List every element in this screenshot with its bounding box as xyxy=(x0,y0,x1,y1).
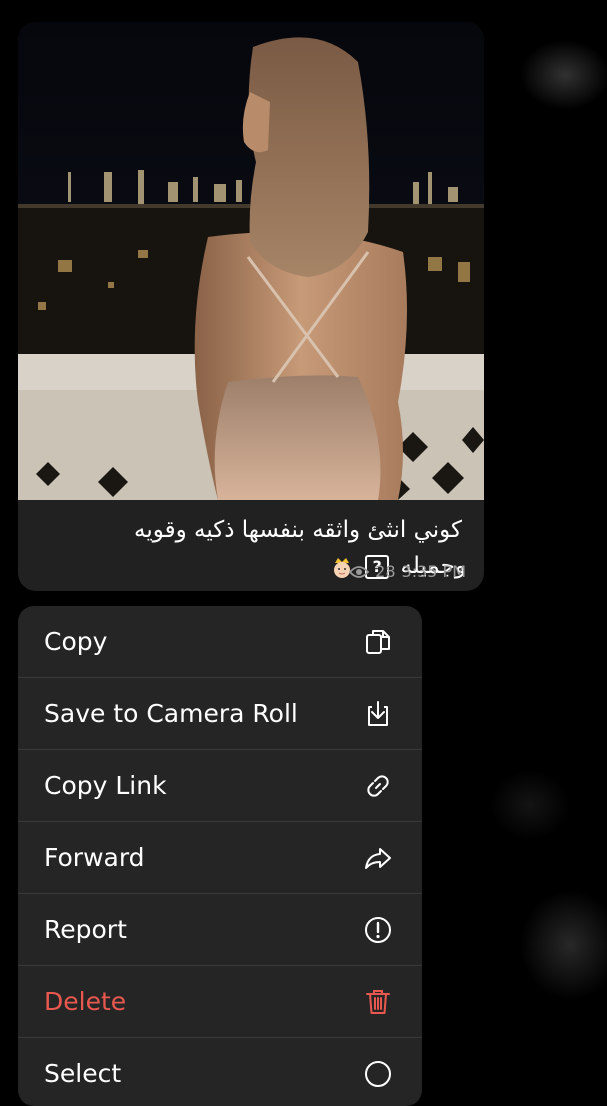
copy-icon xyxy=(366,629,390,654)
background-blur xyxy=(520,40,607,110)
report-exclamation-icon xyxy=(365,916,391,943)
menu-item-label: Copy xyxy=(44,627,108,656)
view-count: 28 xyxy=(375,562,396,581)
message-caption: كوني انثئ واثقه بنفسها ذكيه وقويه وجميله… xyxy=(18,500,484,591)
select-circle-icon xyxy=(365,1060,391,1087)
menu-item-copy-link[interactable]: Copy Link xyxy=(18,750,422,822)
menu-item-label: Report xyxy=(44,915,127,944)
menu-item-label: Select xyxy=(44,1059,122,1088)
context-menu: Copy Save to Camera Roll Copy Link Forwa… xyxy=(18,606,422,1106)
menu-item-copy[interactable]: Copy xyxy=(18,606,422,678)
menu-item-forward[interactable]: Forward xyxy=(18,822,422,894)
menu-item-label: Save to Camera Roll xyxy=(44,699,298,728)
trash-icon xyxy=(366,989,390,1014)
background-blur xyxy=(520,890,607,1000)
link-icon xyxy=(367,774,389,797)
background-blur xyxy=(490,770,570,840)
menu-item-label: Forward xyxy=(44,843,145,872)
menu-item-report[interactable]: Report xyxy=(18,894,422,966)
message-time: 3:35 PM xyxy=(401,562,466,581)
menu-item-label: Delete xyxy=(44,987,127,1016)
caption-line-1: كوني انثئ واثقه بنفسها ذكيه وقويه xyxy=(133,517,462,543)
save-download-icon xyxy=(368,700,388,726)
menu-item-label: Copy Link xyxy=(44,771,167,800)
eye-icon xyxy=(349,565,370,578)
menu-item-select[interactable]: Select xyxy=(18,1038,422,1106)
forward-icon xyxy=(365,847,391,869)
menu-item-save-to-camera-roll[interactable]: Save to Camera Roll xyxy=(18,678,422,750)
message-meta: 28 3:35 PM xyxy=(349,562,466,581)
menu-item-delete[interactable]: Delete xyxy=(18,966,422,1038)
message-photo[interactable] xyxy=(18,22,484,500)
message-bubble[interactable]: كوني انثئ واثقه بنفسها ذكيه وقويه وجميله… xyxy=(18,22,484,591)
